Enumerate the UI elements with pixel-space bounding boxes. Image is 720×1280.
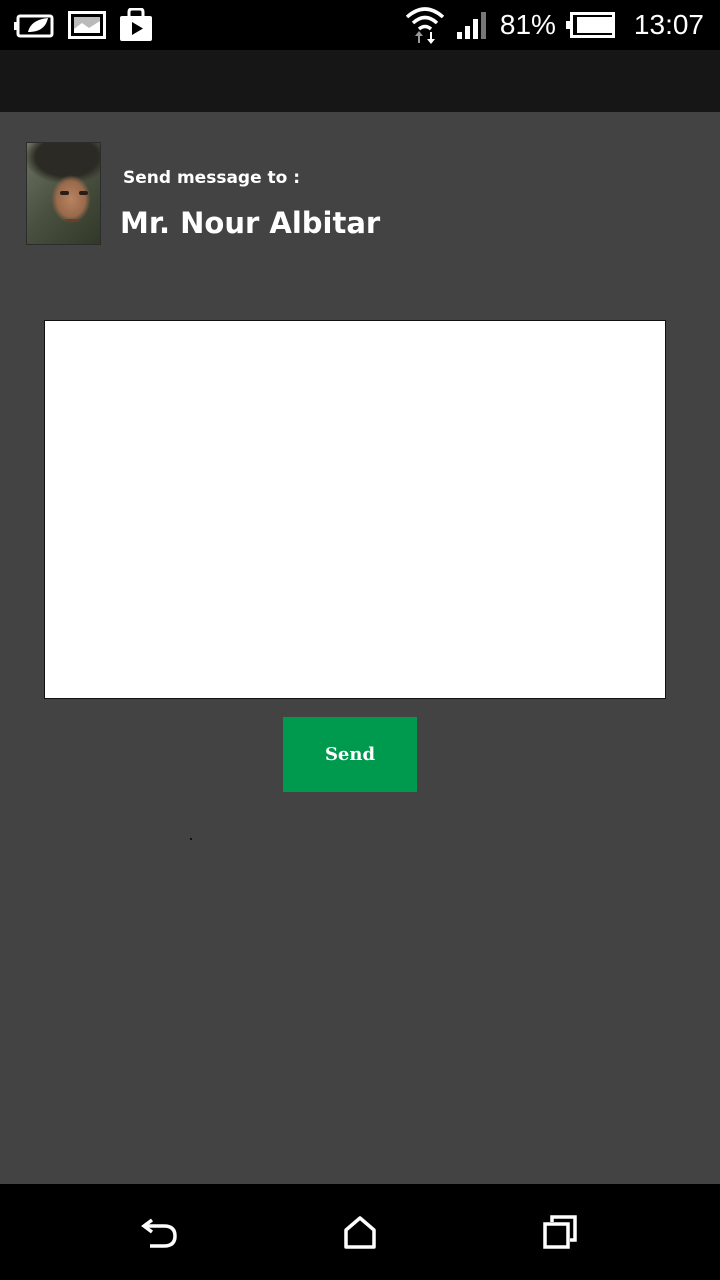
screen: 81% 13:07 Send message to : Mr. Nour Alb…: [0, 0, 720, 1280]
battery-percent: 81%: [499, 9, 556, 40]
signal-icon: [456, 10, 490, 40]
avatar-mouth: [65, 219, 79, 222]
clock: 13:07: [633, 9, 704, 40]
back-icon: [140, 1214, 180, 1250]
dot-artifact: [190, 838, 192, 840]
recent-apps-icon: [542, 1214, 578, 1250]
play-store-icon: [118, 8, 154, 42]
recent-apps-button[interactable]: [530, 1202, 590, 1262]
leaf-battery-saver-icon: [14, 11, 56, 39]
system-status: 81% 13:07: [404, 0, 704, 50]
home-icon: [342, 1214, 378, 1250]
wifi-icon: [404, 5, 446, 45]
action-bar: [0, 50, 720, 112]
message-input[interactable]: [44, 320, 666, 699]
send-to-label: Send message to :: [123, 168, 301, 188]
notification-icons: [14, 6, 154, 44]
back-button[interactable]: [130, 1202, 190, 1262]
recipient-name: Mr. Nour Albitar: [120, 206, 381, 240]
battery-icon: [565, 12, 616, 38]
image-notification-icon: [68, 11, 106, 39]
status-bar: 81% 13:07: [0, 0, 720, 50]
avatar: [26, 142, 101, 245]
home-button[interactable]: [330, 1202, 390, 1262]
send-button[interactable]: Send: [283, 717, 417, 792]
avatar-eye: [60, 191, 69, 195]
navigation-bar: [0, 1184, 720, 1280]
avatar-eye: [79, 191, 88, 195]
